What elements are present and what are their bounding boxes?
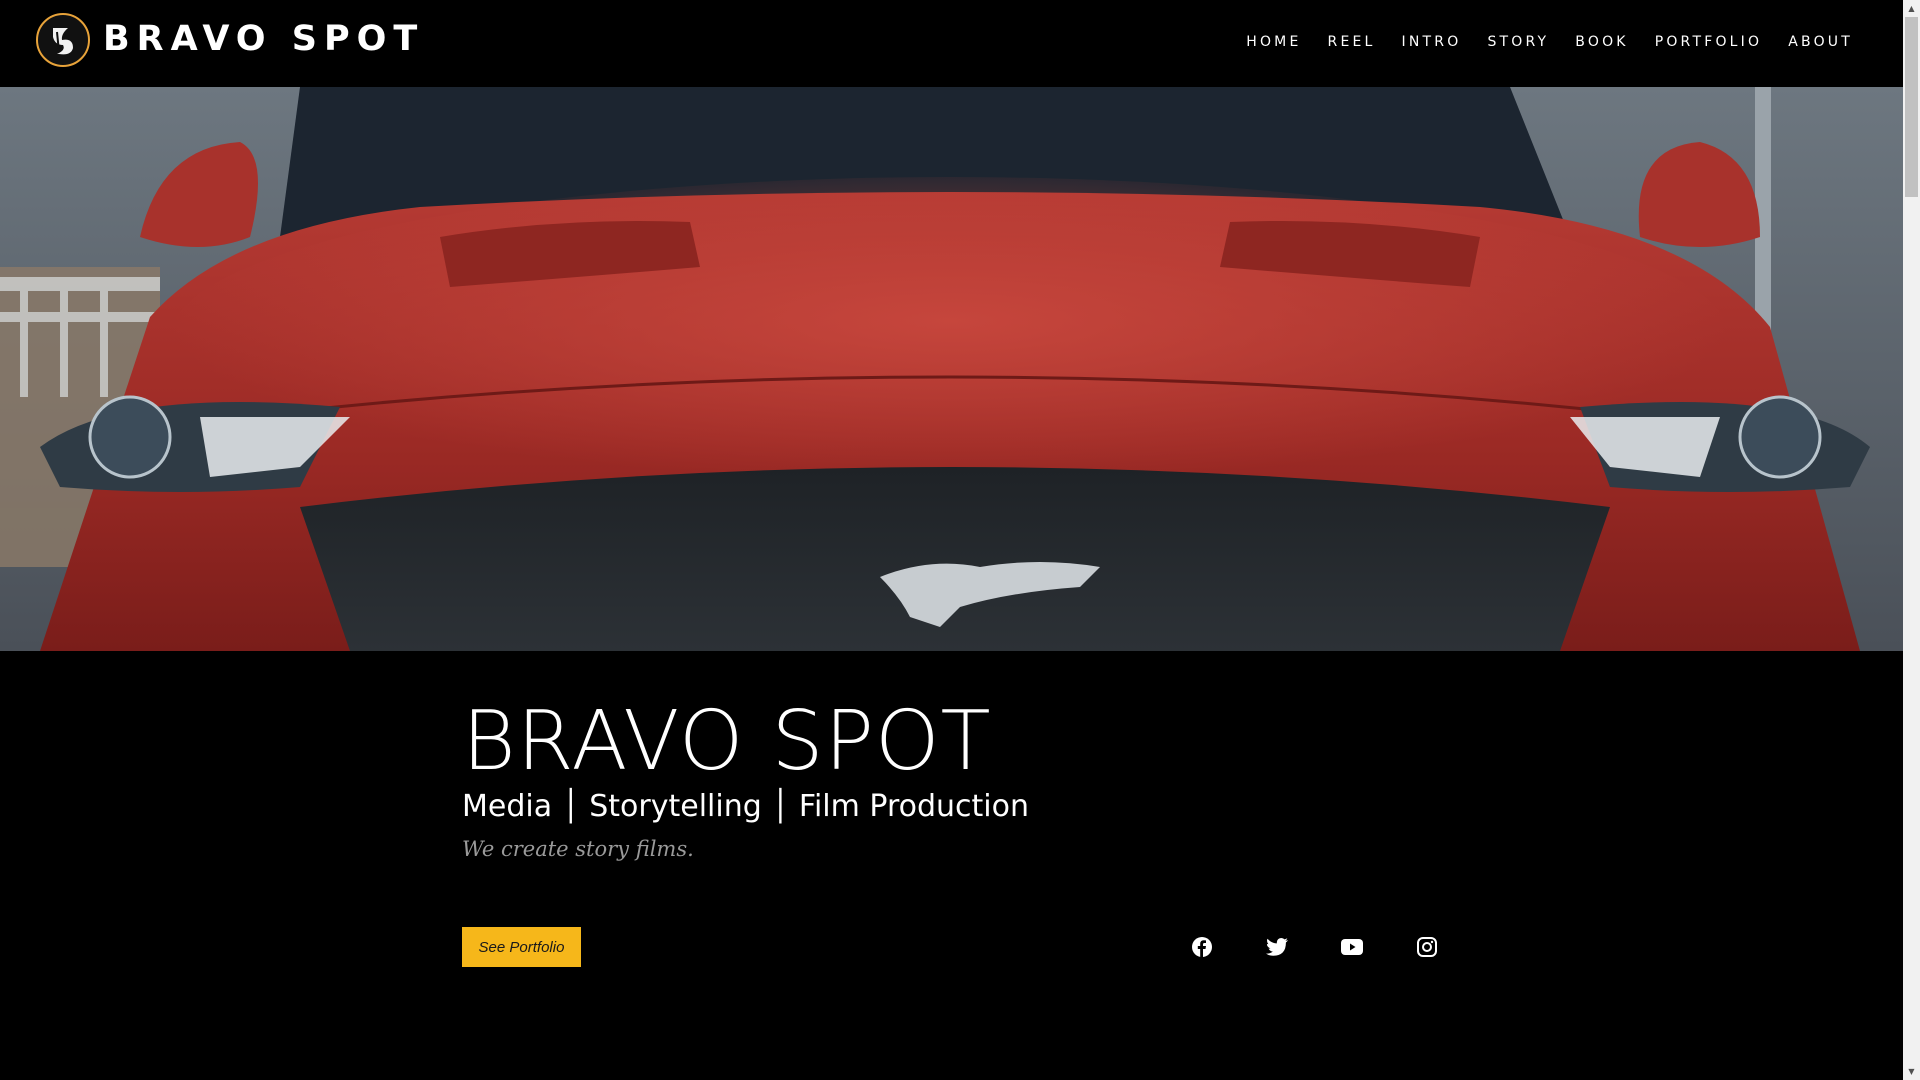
hero-image [0,87,1903,651]
scrollbar-thumb[interactable] [1905,17,1918,197]
twitter-icon[interactable] [1265,935,1289,959]
youtube-icon[interactable] [1340,935,1364,959]
page-title: BRAVO SPOT [462,694,992,789]
see-portfolio-button[interactable]: See Portfolio [462,927,581,967]
nav-intro[interactable]: INTRO [1402,30,1462,54]
nav-story[interactable]: STORY [1487,30,1549,54]
nav-portfolio[interactable]: PORTFOLIO [1655,30,1763,54]
brand-name[interactable]: BRAVO SPOT [103,14,424,64]
nav-reel[interactable]: REEL [1328,30,1376,54]
brand-logo-icon[interactable] [35,12,91,68]
social-links [1190,935,1490,959]
nav-home[interactable]: HOME [1246,30,1301,54]
site-header: BRAVO SPOT HOME REEL INTRO STORY BOOK PO… [0,0,1903,87]
main-nav: HOME REEL INTRO STORY BOOK PORTFOLIO ABO… [1220,30,1853,54]
page-scrollbar[interactable]: ▲ ▼ [1903,0,1920,1080]
nav-book[interactable]: BOOK [1575,30,1628,54]
scroll-up-icon[interactable]: ▲ [1903,0,1920,17]
scroll-down-icon[interactable]: ▼ [1903,1063,1920,1080]
instagram-icon[interactable] [1415,935,1439,959]
tagline: We create story films. [462,837,694,861]
facebook-icon[interactable] [1190,935,1214,959]
page-subtitle: Media │ Storytelling │ Film Production [462,789,1030,824]
nav-about[interactable]: ABOUT [1788,30,1853,54]
